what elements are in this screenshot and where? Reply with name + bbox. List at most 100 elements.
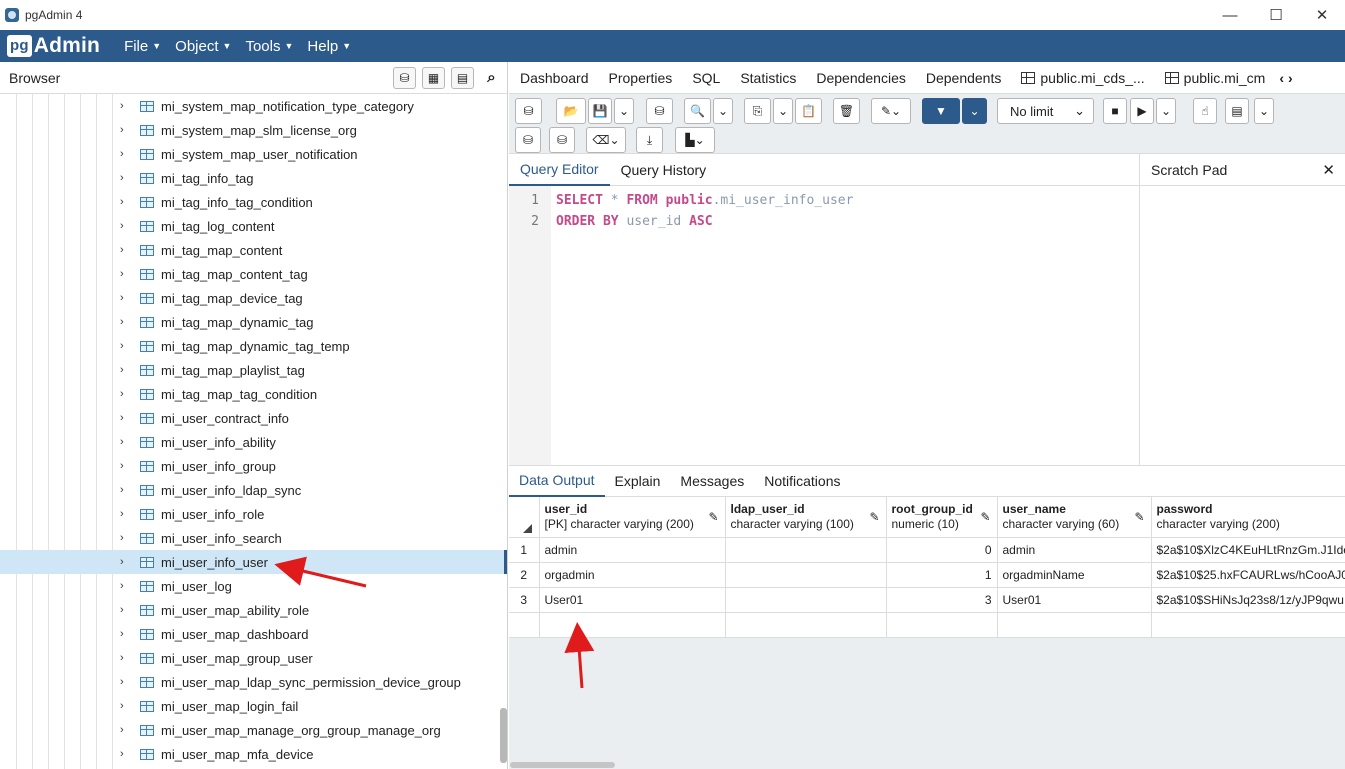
table-cell[interactable]: orgadminName [997, 562, 1152, 588]
tab-dependencies[interactable]: Dependencies [806, 70, 916, 86]
tab-query-editor[interactable]: Query Editor [509, 154, 610, 186]
table-cell[interactable]: 1 [886, 562, 998, 588]
tab-data-output[interactable]: Data Output [509, 465, 605, 497]
table-cell[interactable]: orgadmin [539, 562, 726, 588]
copy-icon[interactable]: ⎘ [744, 98, 771, 124]
column-header[interactable]: root_group_id numeric (10) ✎ [886, 497, 998, 538]
chevron-right-icon[interactable]: › [120, 220, 134, 232]
tree-item[interactable]: › mi_user_map_mfa_device [0, 742, 507, 766]
tree-item[interactable]: › mi_tag_map_dynamic_tag_temp [0, 334, 507, 358]
edit-pencil-icon[interactable]: ✎ [980, 510, 990, 524]
tree-item[interactable]: › mi_user_map_dashboard [0, 622, 507, 646]
tree-item[interactable]: › mi_user_info_role [0, 502, 507, 526]
chevron-right-icon[interactable]: › [120, 508, 134, 520]
chevron-right-icon[interactable]: › [120, 340, 134, 352]
filter-dropdown-icon[interactable]: ⌄ [962, 98, 987, 124]
tab-dependents[interactable]: Dependents [916, 70, 1012, 86]
tree-item[interactable]: › mi_tag_map_content_tag [0, 262, 507, 286]
row-number[interactable]: 1 [509, 537, 540, 563]
search-icon[interactable]: ⌕ [480, 67, 503, 89]
table-row[interactable]: 3 User01 3 User01 $2a$10$SHiNsJq23s8/1z/yJP9… [509, 587, 1345, 613]
row-limit-select[interactable]: No limit ⌄ [997, 98, 1094, 124]
find-dropdown-icon[interactable]: ⌄ [713, 98, 733, 124]
tab-query-history[interactable]: Query History [610, 154, 718, 186]
minimize-button[interactable]: — [1207, 0, 1253, 30]
table-cell[interactable]: User01 [997, 587, 1152, 613]
copy-dropdown-icon[interactable]: ⌄ [773, 98, 793, 124]
menu-object[interactable]: Object ▼ [175, 38, 231, 55]
database-icon[interactable]: ⛁ [515, 98, 542, 124]
open-file-icon[interactable]: 📂 [556, 98, 586, 124]
tab-dashboard[interactable]: Dashboard [509, 70, 599, 86]
menu-file[interactable]: File ▼ [124, 38, 161, 55]
tree-item[interactable]: › mi_user_map_login_fail [0, 694, 507, 718]
tree-item[interactable]: › mi_user_log [0, 574, 507, 598]
chevron-right-icon[interactable]: › [120, 604, 134, 616]
tab-statistics[interactable]: Statistics [730, 70, 806, 86]
stop-icon[interactable]: ■ [1103, 98, 1127, 124]
chevron-right-icon[interactable]: › [120, 244, 134, 256]
tab-explain[interactable]: Explain [605, 465, 671, 497]
explain-icon[interactable]: ☝ [1193, 98, 1217, 124]
table-cell[interactable]: admin [997, 537, 1152, 563]
tree-item[interactable]: › mi_tag_map_playlist_tag [0, 358, 507, 382]
menu-tools[interactable]: Tools ▼ [245, 38, 293, 55]
tree-item[interactable]: › mi_user_map_ldap_sync_permission_device… [0, 670, 507, 694]
tab-sql[interactable]: SQL [682, 70, 730, 86]
table-cell[interactable]: User01 [539, 587, 726, 613]
chevron-right-icon[interactable]: › [120, 292, 134, 304]
tab-properties[interactable]: Properties [599, 70, 683, 86]
chevron-right-icon[interactable]: › [120, 676, 134, 688]
tree-item[interactable]: › mi_tag_log_content [0, 214, 507, 238]
chevron-right-icon[interactable]: › [120, 364, 134, 376]
tree-item[interactable]: › mi_tag_map_dynamic_tag [0, 310, 507, 334]
tree-item[interactable]: › mi_user_contract_info [0, 406, 507, 430]
close-icon[interactable]: ✕ [1322, 161, 1335, 179]
row-number[interactable]: 2 [509, 562, 540, 588]
column-header[interactable]: password character varying (200) [1151, 497, 1345, 538]
tree-item[interactable]: › mi_user_map_ability_role [0, 598, 507, 622]
edit-dropdown-icon[interactable]: ✎⌄ [871, 98, 911, 124]
maximize-button[interactable]: ☐ [1253, 0, 1299, 30]
table-cell[interactable]: 3 [886, 587, 998, 613]
macros-dropdown-icon[interactable]: ▙⌄ [675, 127, 715, 153]
menu-help[interactable]: Help ▼ [307, 38, 351, 55]
table-row-new[interactable] [509, 612, 1345, 638]
chevron-right-icon[interactable]: › [120, 124, 134, 136]
table-cell[interactable] [725, 537, 887, 563]
tab-notifications[interactable]: Notifications [754, 465, 850, 497]
results-scrollbar[interactable] [510, 762, 615, 768]
rollback-icon[interactable]: ⛁ [549, 127, 575, 153]
chevron-right-icon[interactable]: › [120, 172, 134, 184]
table-row[interactable]: 1 admin 0 admin $2a$10$XlzC4KEuHLtRnzGm.J1Id… [509, 537, 1345, 563]
filter-icon[interactable]: ▼ [922, 98, 960, 124]
chevron-right-icon[interactable]: › [120, 700, 134, 712]
save-icon[interactable]: 💾 [588, 98, 612, 124]
table-cell[interactable]: $2a$10$XlzC4KEuHLtRnzGm.J1Ide [1151, 537, 1345, 563]
tree-item[interactable]: › mi_user_info_user [0, 550, 507, 574]
chevron-right-icon[interactable]: › [120, 652, 134, 664]
tree-item[interactable]: › mi_system_map_slm_license_org [0, 118, 507, 142]
paste-icon[interactable]: 📋 [795, 98, 822, 124]
close-window-button[interactable]: ✕ [1299, 0, 1345, 30]
execute-dropdown-icon[interactable]: ⌄ [1156, 98, 1176, 124]
chevron-right-icon[interactable]: › [120, 460, 134, 472]
tree-scrollbar[interactable] [500, 708, 507, 763]
tree-item[interactable]: › mi_tag_map_device_tag [0, 286, 507, 310]
save-data-icon[interactable]: ⛁ [646, 98, 673, 124]
tab-query-mi-cds[interactable]: public.mi_cds_... [1011, 70, 1154, 86]
tree-item[interactable]: › mi_tag_map_tag_condition [0, 382, 507, 406]
sql-editor[interactable]: 1 SELECT * FROM public.mi_user_info_user 2… [509, 186, 1139, 465]
tab-prev-icon[interactable]: ‹ [1279, 70, 1284, 86]
chevron-right-icon[interactable]: › [120, 556, 134, 568]
explain-analyze-icon[interactable]: ▤ [1225, 98, 1249, 124]
scratch-pad-input[interactable] [1139, 186, 1345, 465]
tab-query-mi-cm[interactable]: public.mi_cm [1155, 70, 1276, 86]
chevron-right-icon[interactable]: › [120, 100, 134, 112]
chevron-right-icon[interactable]: › [120, 316, 134, 328]
row-number[interactable]: 3 [509, 587, 540, 613]
chevron-right-icon[interactable]: › [120, 388, 134, 400]
tree-item[interactable]: › mi_system_map_user_notification [0, 142, 507, 166]
tree-item[interactable]: › mi_user_info_ability [0, 430, 507, 454]
tree-item[interactable]: › mi_tag_info_tag_condition [0, 190, 507, 214]
